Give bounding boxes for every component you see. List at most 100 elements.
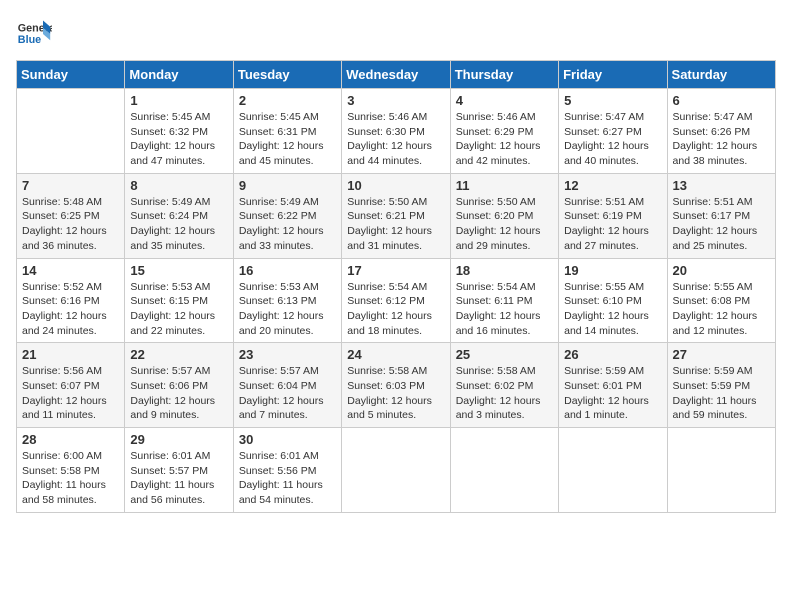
- weekday-header-monday: Monday: [125, 61, 233, 89]
- day-info: Sunrise: 5:47 AM Sunset: 6:26 PM Dayligh…: [673, 110, 770, 169]
- day-number: 1: [130, 93, 227, 108]
- day-info: Sunrise: 5:54 AM Sunset: 6:11 PM Dayligh…: [456, 280, 553, 339]
- weekday-header-friday: Friday: [559, 61, 667, 89]
- calendar-cell: 29 Sunrise: 6:01 AM Sunset: 5:57 PM Dayli…: [125, 428, 233, 513]
- calendar-cell: 23 Sunrise: 5:57 AM Sunset: 6:04 PM Dayli…: [233, 343, 341, 428]
- day-info: Sunrise: 5:49 AM Sunset: 6:22 PM Dayligh…: [239, 195, 336, 254]
- day-number: 19: [564, 263, 661, 278]
- day-number: 18: [456, 263, 553, 278]
- calendar-table: SundayMondayTuesdayWednesdayThursdayFrid…: [16, 60, 776, 513]
- day-number: 6: [673, 93, 770, 108]
- weekday-header-sunday: Sunday: [17, 61, 125, 89]
- day-info: Sunrise: 5:56 AM Sunset: 6:07 PM Dayligh…: [22, 364, 119, 423]
- day-info: Sunrise: 5:53 AM Sunset: 6:13 PM Dayligh…: [239, 280, 336, 339]
- day-info: Sunrise: 5:50 AM Sunset: 6:20 PM Dayligh…: [456, 195, 553, 254]
- calendar-cell: 30 Sunrise: 6:01 AM Sunset: 5:56 PM Dayli…: [233, 428, 341, 513]
- calendar-cell: 2Sunrise: 5:45 AM Sunset: 6:31 PM Daylig…: [233, 89, 341, 174]
- calendar-cell: 7Sunrise: 5:48 AM Sunset: 6:25 PM Daylig…: [17, 173, 125, 258]
- calendar-cell: 24 Sunrise: 5:58 AM Sunset: 6:03 PM Dayli…: [342, 343, 450, 428]
- calendar-cell: 25Sunrise: 5:58 AM Sunset: 6:02 PM Dayli…: [450, 343, 558, 428]
- day-info: Sunrise: 6:00 AM Sunset: 5:58 PM Dayligh…: [22, 449, 119, 508]
- calendar-cell: 28 Sunrise: 6:00 AM Sunset: 5:58 PM Dayli…: [17, 428, 125, 513]
- day-info: Sunrise: 5:55 AM Sunset: 6:08 PM Dayligh…: [673, 280, 770, 339]
- day-number: 14: [22, 263, 119, 278]
- calendar-cell: 1 Sunrise: 5:45 AM Sunset: 6:32 PM Daylig…: [125, 89, 233, 174]
- day-number: 3: [347, 93, 444, 108]
- calendar-cell: 8 Sunrise: 5:49 AM Sunset: 6:24 PM Daylig…: [125, 173, 233, 258]
- day-info: Sunrise: 5:58 AM Sunset: 6:03 PM Dayligh…: [347, 364, 444, 423]
- day-info: Sunrise: 5:46 AM Sunset: 6:29 PM Dayligh…: [456, 110, 553, 169]
- day-number: 24: [347, 347, 444, 362]
- day-info: Sunrise: 5:45 AM Sunset: 6:32 PM Dayligh…: [130, 110, 227, 169]
- calendar-cell: 15 Sunrise: 5:53 AM Sunset: 6:15 PM Dayli…: [125, 258, 233, 343]
- day-info: Sunrise: 6:01 AM Sunset: 5:56 PM Dayligh…: [239, 449, 336, 508]
- calendar-cell: 12Sunrise: 5:51 AM Sunset: 6:19 PM Dayli…: [559, 173, 667, 258]
- day-info: Sunrise: 5:52 AM Sunset: 6:16 PM Dayligh…: [22, 280, 119, 339]
- day-number: 11: [456, 178, 553, 193]
- calendar-cell: 16 Sunrise: 5:53 AM Sunset: 6:13 PM Dayli…: [233, 258, 341, 343]
- calendar-cell: [342, 428, 450, 513]
- day-info: Sunrise: 5:47 AM Sunset: 6:27 PM Dayligh…: [564, 110, 661, 169]
- day-number: 16: [239, 263, 336, 278]
- day-info: Sunrise: 5:55 AM Sunset: 6:10 PM Dayligh…: [564, 280, 661, 339]
- calendar-cell: 4 Sunrise: 5:46 AM Sunset: 6:29 PM Daylig…: [450, 89, 558, 174]
- day-info: Sunrise: 5:49 AM Sunset: 6:24 PM Dayligh…: [130, 195, 227, 254]
- calendar-cell: 21 Sunrise: 5:56 AM Sunset: 6:07 PM Dayli…: [17, 343, 125, 428]
- calendar-cell: 14 Sunrise: 5:52 AM Sunset: 6:16 PM Dayli…: [17, 258, 125, 343]
- day-number: 17: [347, 263, 444, 278]
- day-number: 29: [130, 432, 227, 447]
- day-number: 22: [130, 347, 227, 362]
- calendar-cell: 19 Sunrise: 5:55 AM Sunset: 6:10 PM Dayli…: [559, 258, 667, 343]
- day-number: 9: [239, 178, 336, 193]
- day-info: Sunrise: 6:01 AM Sunset: 5:57 PM Dayligh…: [130, 449, 227, 508]
- page-header: GeneralBlue: [16, 16, 776, 52]
- calendar-cell: 9 Sunrise: 5:49 AM Sunset: 6:22 PM Daylig…: [233, 173, 341, 258]
- calendar-cell: 17 Sunrise: 5:54 AM Sunset: 6:12 PM Dayli…: [342, 258, 450, 343]
- day-number: 27: [673, 347, 770, 362]
- week-row-4: 21 Sunrise: 5:56 AM Sunset: 6:07 PM Dayli…: [17, 343, 776, 428]
- day-info: Sunrise: 5:57 AM Sunset: 6:04 PM Dayligh…: [239, 364, 336, 423]
- day-info: Sunrise: 5:59 AM Sunset: 5:59 PM Dayligh…: [673, 364, 770, 423]
- calendar-cell: [559, 428, 667, 513]
- day-number: 12: [564, 178, 661, 193]
- day-info: Sunrise: 5:58 AM Sunset: 6:02 PM Dayligh…: [456, 364, 553, 423]
- calendar-cell: 3 Sunrise: 5:46 AM Sunset: 6:30 PM Daylig…: [342, 89, 450, 174]
- day-number: 5: [564, 93, 661, 108]
- logo: GeneralBlue: [16, 16, 52, 52]
- day-number: 4: [456, 93, 553, 108]
- calendar-cell: 5 Sunrise: 5:47 AM Sunset: 6:27 PM Daylig…: [559, 89, 667, 174]
- day-number: 20: [673, 263, 770, 278]
- day-number: 30: [239, 432, 336, 447]
- day-info: Sunrise: 5:51 AM Sunset: 6:17 PM Dayligh…: [673, 195, 770, 254]
- day-number: 10: [347, 178, 444, 193]
- day-info: Sunrise: 5:59 AM Sunset: 6:01 PM Dayligh…: [564, 364, 661, 423]
- day-number: 23: [239, 347, 336, 362]
- calendar-cell: [667, 428, 775, 513]
- calendar-cell: 10Sunrise: 5:50 AM Sunset: 6:21 PM Dayli…: [342, 173, 450, 258]
- day-info: Sunrise: 5:46 AM Sunset: 6:30 PM Dayligh…: [347, 110, 444, 169]
- weekday-header-tuesday: Tuesday: [233, 61, 341, 89]
- calendar-cell: 11 Sunrise: 5:50 AM Sunset: 6:20 PM Dayli…: [450, 173, 558, 258]
- weekday-header-wednesday: Wednesday: [342, 61, 450, 89]
- day-info: Sunrise: 5:54 AM Sunset: 6:12 PM Dayligh…: [347, 280, 444, 339]
- weekday-header-saturday: Saturday: [667, 61, 775, 89]
- calendar-cell: 13 Sunrise: 5:51 AM Sunset: 6:17 PM Dayli…: [667, 173, 775, 258]
- svg-text:Blue: Blue: [18, 34, 41, 46]
- day-number: 28: [22, 432, 119, 447]
- week-row-3: 14 Sunrise: 5:52 AM Sunset: 6:16 PM Dayli…: [17, 258, 776, 343]
- day-number: 8: [130, 178, 227, 193]
- day-number: 15: [130, 263, 227, 278]
- day-number: 7: [22, 178, 119, 193]
- calendar-cell: 27 Sunrise: 5:59 AM Sunset: 5:59 PM Dayli…: [667, 343, 775, 428]
- calendar-cell: 22Sunrise: 5:57 AM Sunset: 6:06 PM Dayli…: [125, 343, 233, 428]
- week-row-1: 1 Sunrise: 5:45 AM Sunset: 6:32 PM Daylig…: [17, 89, 776, 174]
- day-info: Sunrise: 5:53 AM Sunset: 6:15 PM Dayligh…: [130, 280, 227, 339]
- day-number: 21: [22, 347, 119, 362]
- week-row-5: 28 Sunrise: 6:00 AM Sunset: 5:58 PM Dayli…: [17, 428, 776, 513]
- week-row-2: 7Sunrise: 5:48 AM Sunset: 6:25 PM Daylig…: [17, 173, 776, 258]
- day-number: 2: [239, 93, 336, 108]
- logo-icon: GeneralBlue: [16, 16, 52, 52]
- day-number: 26: [564, 347, 661, 362]
- day-number: 13: [673, 178, 770, 193]
- calendar-cell: 18 Sunrise: 5:54 AM Sunset: 6:11 PM Dayli…: [450, 258, 558, 343]
